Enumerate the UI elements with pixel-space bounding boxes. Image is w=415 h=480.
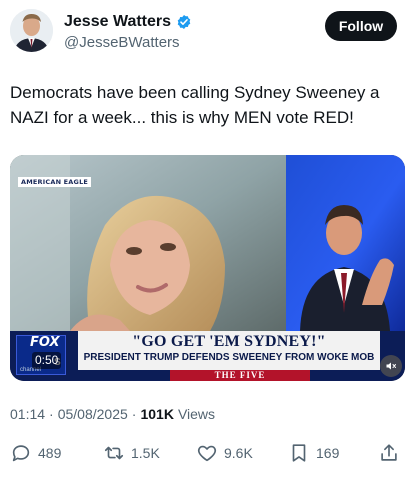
chyron-title: "GO GET 'EM SYDNEY!" <box>132 333 326 350</box>
mute-button[interactable] <box>380 355 402 377</box>
bookmark-button[interactable]: 169 <box>288 442 339 464</box>
show-name: THE FIVE <box>170 370 310 381</box>
tweet-date[interactable]: 05/08/2025 <box>58 406 128 422</box>
avatar[interactable] <box>10 9 53 52</box>
repost-icon <box>104 446 124 460</box>
action-bar: 489 1.5K 9.6K 169 <box>10 442 405 464</box>
meta-separator: · <box>131 406 137 422</box>
tweet-meta: 01:14 · 05/08/2025 · 101K Views <box>10 406 215 422</box>
verified-badge-icon <box>176 14 192 30</box>
video-player[interactable]: AMERICAN EAGLE FOX S channel 0:50 "GO GE… <box>10 155 405 381</box>
network-logo: FOX <box>30 335 60 350</box>
video-duration: 0:50 <box>32 352 62 369</box>
views-label: Views <box>177 406 216 422</box>
follow-button[interactable]: Follow <box>325 11 397 41</box>
share-icon <box>381 444 397 461</box>
chyron-subtitle: PRESIDENT TRUMP DEFENDS SWEENEY FROM WOK… <box>83 351 375 364</box>
author-display-name[interactable]: Jesse Watters <box>64 13 171 31</box>
bookmark-count: 169 <box>316 445 340 461</box>
repost-count: 1.5K <box>131 445 160 461</box>
reply-button[interactable]: 489 <box>10 442 61 464</box>
repost-button[interactable]: 1.5K <box>103 442 160 464</box>
author-name-row: Jesse Watters <box>64 13 192 31</box>
speaker-muted-icon <box>386 362 396 370</box>
heart-icon <box>197 445 217 462</box>
tweet-text: Democrats have been calling Sydney Sween… <box>10 83 380 127</box>
share-button[interactable] <box>378 442 400 464</box>
like-button[interactable]: 9.6K <box>196 442 253 464</box>
like-count: 9.6K <box>224 445 253 461</box>
reply-icon <box>12 445 30 462</box>
author-handle[interactable]: @JesseBWatters <box>64 34 180 51</box>
tweet-time[interactable]: 01:14 <box>10 406 45 422</box>
reply-count: 489 <box>38 445 62 461</box>
views-count: 101K <box>140 406 174 422</box>
corner-bug: AMERICAN EAGLE <box>18 177 92 187</box>
meta-separator: · <box>49 406 54 422</box>
bookmark-icon <box>292 444 306 462</box>
